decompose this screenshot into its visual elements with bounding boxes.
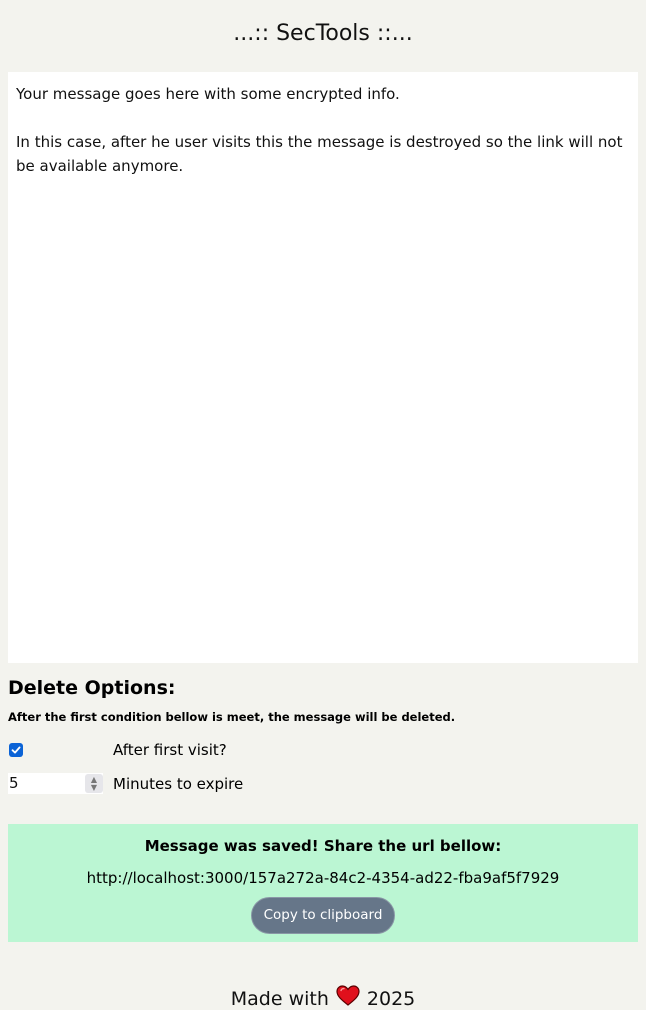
after-first-visit-label: After first visit? <box>113 741 227 759</box>
checkmark-icon <box>11 746 21 754</box>
delete-options-note: After the first condition bellow is meet… <box>8 710 456 724</box>
app-title: ...:: SecTools ::... <box>233 21 413 46</box>
after-first-visit-checkbox[interactable] <box>9 743 23 757</box>
footer-year: 2025 <box>366 988 416 1010</box>
minutes-stepper[interactable]: ▲ ▼ <box>85 774 103 793</box>
page: ...:: SecTools ::... Your message goes h… <box>0 0 646 1010</box>
copy-to-clipboard-button[interactable]: Copy to clipboard <box>251 897 395 934</box>
share-url: http://localhost:3000/157a272a-84c2-4354… <box>86 869 560 887</box>
delete-options-heading: Delete Options: <box>8 677 176 699</box>
success-title: Message was saved! Share the url bellow: <box>144 837 502 855</box>
chevron-down-icon[interactable]: ▼ <box>91 783 97 792</box>
heart-icon <box>336 985 360 1010</box>
message-textarea[interactable]: Your message goes here with some encrypt… <box>8 72 638 663</box>
success-panel: Message was saved! Share the url bellow:… <box>8 824 638 942</box>
footer-prefix: Made with <box>230 988 329 1010</box>
minutes-to-expire-label: Minutes to expire <box>113 775 244 793</box>
footer: Made with 2025 <box>0 985 646 1010</box>
